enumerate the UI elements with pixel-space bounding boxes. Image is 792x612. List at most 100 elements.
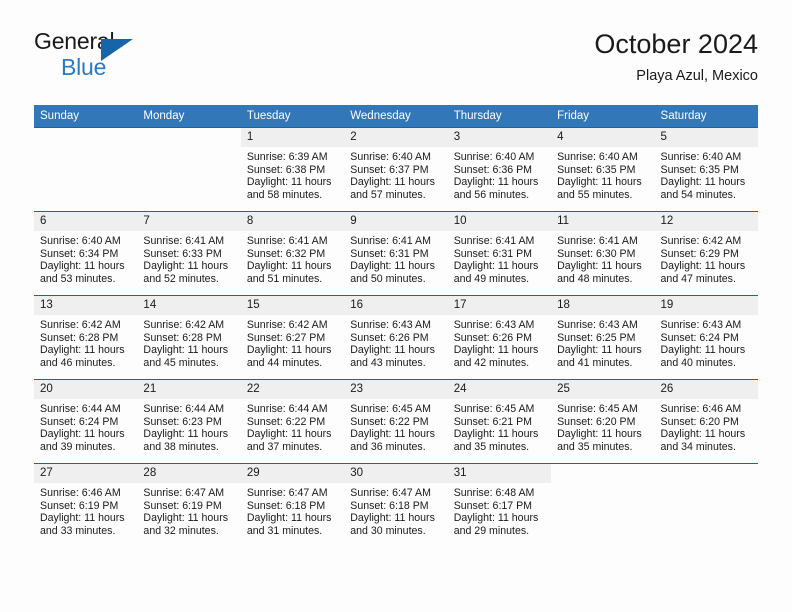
daylight-text: Daylight: 11 hours and 47 minutes. xyxy=(660,260,746,285)
calendar-day-cell[interactable]: 6 Sunrise: 6:40 AM Sunset: 6:34 PM Daylight… xyxy=(34,211,138,296)
day-number: 29 xyxy=(240,464,345,483)
daylight-text: Daylight: 11 hours and 46 minutes. xyxy=(40,344,125,369)
sunrise-text: Sunrise: 6:40 AM xyxy=(453,151,535,163)
sunrise-text: Sunrise: 6:47 AM xyxy=(350,487,431,499)
sunrise-text: Sunrise: 6:42 AM xyxy=(40,319,121,331)
day-number: 14 xyxy=(137,296,241,315)
day-details: Sunrise: 6:42 AM Sunset: 6:29 PM Daylight:… xyxy=(655,231,758,285)
day-details: Sunrise: 6:47 AM Sunset: 6:18 PM Daylight:… xyxy=(344,483,447,537)
sunset-text: Sunset: 6:38 PM xyxy=(246,163,326,176)
calendar-day-cell[interactable]: 4 Sunrise: 6:40 AM Sunset: 6:35 PM Daylight… xyxy=(551,127,655,212)
calendar-day-cell[interactable]: 23 Sunrise: 6:45 AM Sunset: 6:22 PM Dayligh… xyxy=(344,379,448,464)
day-number: 21 xyxy=(137,380,241,399)
sunrise-text: Sunrise: 6:47 AM xyxy=(143,487,225,499)
sunset-text: Sunset: 6:27 PM xyxy=(246,331,326,344)
brand-logo[interactable]: General Blue xyxy=(34,28,154,86)
calendar-day-cell[interactable]: 1 Sunrise: 6:39 AM Sunset: 6:38 PM Daylight… xyxy=(240,127,345,212)
calendar-body: 1 Sunrise: 6:39 AM Sunset: 6:38 PM Daylight… xyxy=(34,127,758,547)
day-details: Sunrise: 6:41 AM Sunset: 6:32 PM Daylight:… xyxy=(241,231,344,285)
sunrise-text: Sunrise: 6:43 AM xyxy=(660,319,742,331)
calendar-day-cell[interactable]: 27 Sunrise: 6:46 AM Sunset: 6:19 PM Dayligh… xyxy=(34,463,138,547)
daylight-text: Daylight: 11 hours and 57 minutes. xyxy=(350,176,435,201)
calendar-day-cell[interactable]: 3 Sunrise: 6:40 AM Sunset: 6:36 PM Daylight… xyxy=(447,127,552,212)
day-number: 6 xyxy=(34,212,138,231)
calendar-day-cell[interactable]: 21 Sunrise: 6:44 AM Sunset: 6:23 PM Dayligh… xyxy=(137,379,241,464)
calendar-day-cell[interactable]: 20 Sunrise: 6:44 AM Sunset: 6:24 PM Dayligh… xyxy=(34,379,138,464)
day-number: 12 xyxy=(654,212,758,231)
calendar-day-cell[interactable]: 29 Sunrise: 6:47 AM Sunset: 6:18 PM Dayligh… xyxy=(240,463,345,547)
sunset-text: Sunset: 6:28 PM xyxy=(40,331,119,344)
calendar-day-cell[interactable]: 9 Sunrise: 6:41 AM Sunset: 6:31 PM Daylight… xyxy=(344,211,448,296)
calendar-day-cell[interactable]: 16 Sunrise: 6:43 AM Sunset: 6:26 PM Dayligh… xyxy=(344,295,448,380)
day-details: Sunrise: 6:41 AM Sunset: 6:33 PM Daylight:… xyxy=(137,231,240,285)
sunrise-text: Sunrise: 6:41 AM xyxy=(350,235,431,247)
sunrise-text: Sunrise: 6:44 AM xyxy=(40,403,121,415)
daylight-text: Daylight: 11 hours and 31 minutes. xyxy=(246,512,332,537)
page-title: October 2024 xyxy=(594,29,758,59)
sunrise-text: Sunrise: 6:41 AM xyxy=(557,235,638,247)
sunset-text: Sunset: 6:24 PM xyxy=(660,331,739,344)
day-details: Sunrise: 6:39 AM Sunset: 6:38 PM Daylight:… xyxy=(241,147,344,201)
daylight-text: Daylight: 11 hours and 58 minutes. xyxy=(246,176,332,201)
weekday-header-wednesday: Wednesday xyxy=(344,105,448,128)
sunset-text: Sunset: 6:22 PM xyxy=(246,415,326,428)
weekday-header-tuesday: Tuesday xyxy=(240,105,345,128)
calendar-week-row: 1 Sunrise: 6:39 AM Sunset: 6:38 PM Daylight… xyxy=(34,127,758,212)
daylight-text: Daylight: 11 hours and 56 minutes. xyxy=(453,176,539,201)
sunset-text: Sunset: 6:31 PM xyxy=(453,247,533,260)
day-number: 8 xyxy=(240,212,345,231)
calendar-day-cell[interactable]: 8 Sunrise: 6:41 AM Sunset: 6:32 PM Daylight… xyxy=(240,211,345,296)
sunset-text: Sunset: 6:35 PM xyxy=(557,163,636,176)
calendar-week-row: 20 Sunrise: 6:44 AM Sunset: 6:24 PM Dayligh… xyxy=(34,379,758,464)
sunrise-text: Sunrise: 6:40 AM xyxy=(350,151,431,163)
calendar-day-cell[interactable]: 25 Sunrise: 6:45 AM Sunset: 6:20 PM Dayligh… xyxy=(551,379,655,464)
calendar-day-cell[interactable]: 14 Sunrise: 6:42 AM Sunset: 6:28 PM Dayligh… xyxy=(137,295,241,380)
sunrise-text: Sunrise: 6:42 AM xyxy=(246,319,328,331)
sunset-text: Sunset: 6:36 PM xyxy=(453,163,533,176)
calendar-day-cell[interactable]: 7 Sunrise: 6:41 AM Sunset: 6:33 PM Daylight… xyxy=(137,211,241,296)
weekday-header-saturday: Saturday xyxy=(654,105,758,128)
day-details: Sunrise: 6:42 AM Sunset: 6:28 PM Daylight:… xyxy=(34,315,137,369)
day-number: 1 xyxy=(240,128,345,147)
calendar-day-cell[interactable]: 10 Sunrise: 6:41 AM Sunset: 6:31 PM Dayligh… xyxy=(447,211,552,296)
calendar-day-cell[interactable]: 24 Sunrise: 6:45 AM Sunset: 6:21 PM Dayligh… xyxy=(447,379,552,464)
sunrise-text: Sunrise: 6:45 AM xyxy=(557,403,638,415)
weekday-header-sunday: Sunday xyxy=(34,105,138,128)
calendar-day-cell[interactable]: 13 Sunrise: 6:42 AM Sunset: 6:28 PM Dayligh… xyxy=(34,295,138,380)
calendar-day-cell[interactable]: 5 Sunrise: 6:40 AM Sunset: 6:35 PM Daylight… xyxy=(654,127,758,212)
sunset-text: Sunset: 6:25 PM xyxy=(557,331,636,344)
calendar-day-cell[interactable]: 30 Sunrise: 6:47 AM Sunset: 6:18 PM Dayligh… xyxy=(344,463,448,547)
calendar-day-cell[interactable]: 12 Sunrise: 6:42 AM Sunset: 6:29 PM Dayligh… xyxy=(654,211,758,296)
sunset-text: Sunset: 6:28 PM xyxy=(143,331,222,344)
calendar-day-cell[interactable]: 15 Sunrise: 6:42 AM Sunset: 6:27 PM Dayligh… xyxy=(240,295,345,380)
sunrise-text: Sunrise: 6:43 AM xyxy=(453,319,535,331)
day-details: Sunrise: 6:43 AM Sunset: 6:26 PM Daylight:… xyxy=(448,315,551,369)
day-details: Sunrise: 6:41 AM Sunset: 6:30 PM Daylight:… xyxy=(551,231,654,285)
calendar-day-cell[interactable]: 22 Sunrise: 6:44 AM Sunset: 6:22 PM Dayligh… xyxy=(240,379,345,464)
daylight-text: Daylight: 11 hours and 37 minutes. xyxy=(246,428,332,453)
day-number: 15 xyxy=(240,296,345,315)
weekday-header-row: Sunday Monday Tuesday Wednesday Thursday Frid… xyxy=(34,105,758,128)
day-number: 19 xyxy=(654,296,758,315)
day-number: 20 xyxy=(34,380,138,399)
calendar-day-cell[interactable]: 19 Sunrise: 6:43 AM Sunset: 6:24 PM Dayligh… xyxy=(654,295,758,380)
daylight-text: Daylight: 11 hours and 53 minutes. xyxy=(40,260,125,285)
day-number: 24 xyxy=(447,380,552,399)
calendar-day-cell[interactable]: 26 Sunrise: 6:46 AM Sunset: 6:20 PM Dayligh… xyxy=(654,379,758,464)
calendar-day-cell[interactable]: 17 Sunrise: 6:43 AM Sunset: 6:26 PM Dayligh… xyxy=(447,295,552,380)
daylight-text: Daylight: 11 hours and 29 minutes. xyxy=(453,512,539,537)
day-details: Sunrise: 6:43 AM Sunset: 6:26 PM Daylight:… xyxy=(344,315,447,369)
calendar-day-cell[interactable]: 28 Sunrise: 6:47 AM Sunset: 6:19 PM Dayligh… xyxy=(137,463,241,547)
day-number: 23 xyxy=(344,380,448,399)
weekday-header-monday: Monday xyxy=(137,105,241,128)
day-details: Sunrise: 6:45 AM Sunset: 6:22 PM Daylight:… xyxy=(344,399,447,453)
sunset-text: Sunset: 6:19 PM xyxy=(40,499,119,512)
calendar-cell-empty xyxy=(137,127,241,212)
calendar-day-cell[interactable]: 2 Sunrise: 6:40 AM Sunset: 6:37 PM Daylight… xyxy=(344,127,448,212)
calendar-day-cell[interactable]: 31 Sunrise: 6:48 AM Sunset: 6:17 PM Dayligh… xyxy=(447,463,552,547)
calendar-day-cell[interactable]: 11 Sunrise: 6:41 AM Sunset: 6:30 PM Dayligh… xyxy=(551,211,655,296)
sunrise-text: Sunrise: 6:40 AM xyxy=(660,151,742,163)
page-subtitle: Playa Azul, Mexico xyxy=(636,68,758,84)
daylight-text: Daylight: 11 hours and 32 minutes. xyxy=(143,512,229,537)
calendar-day-cell[interactable]: 18 Sunrise: 6:43 AM Sunset: 6:25 PM Dayligh… xyxy=(551,295,655,380)
